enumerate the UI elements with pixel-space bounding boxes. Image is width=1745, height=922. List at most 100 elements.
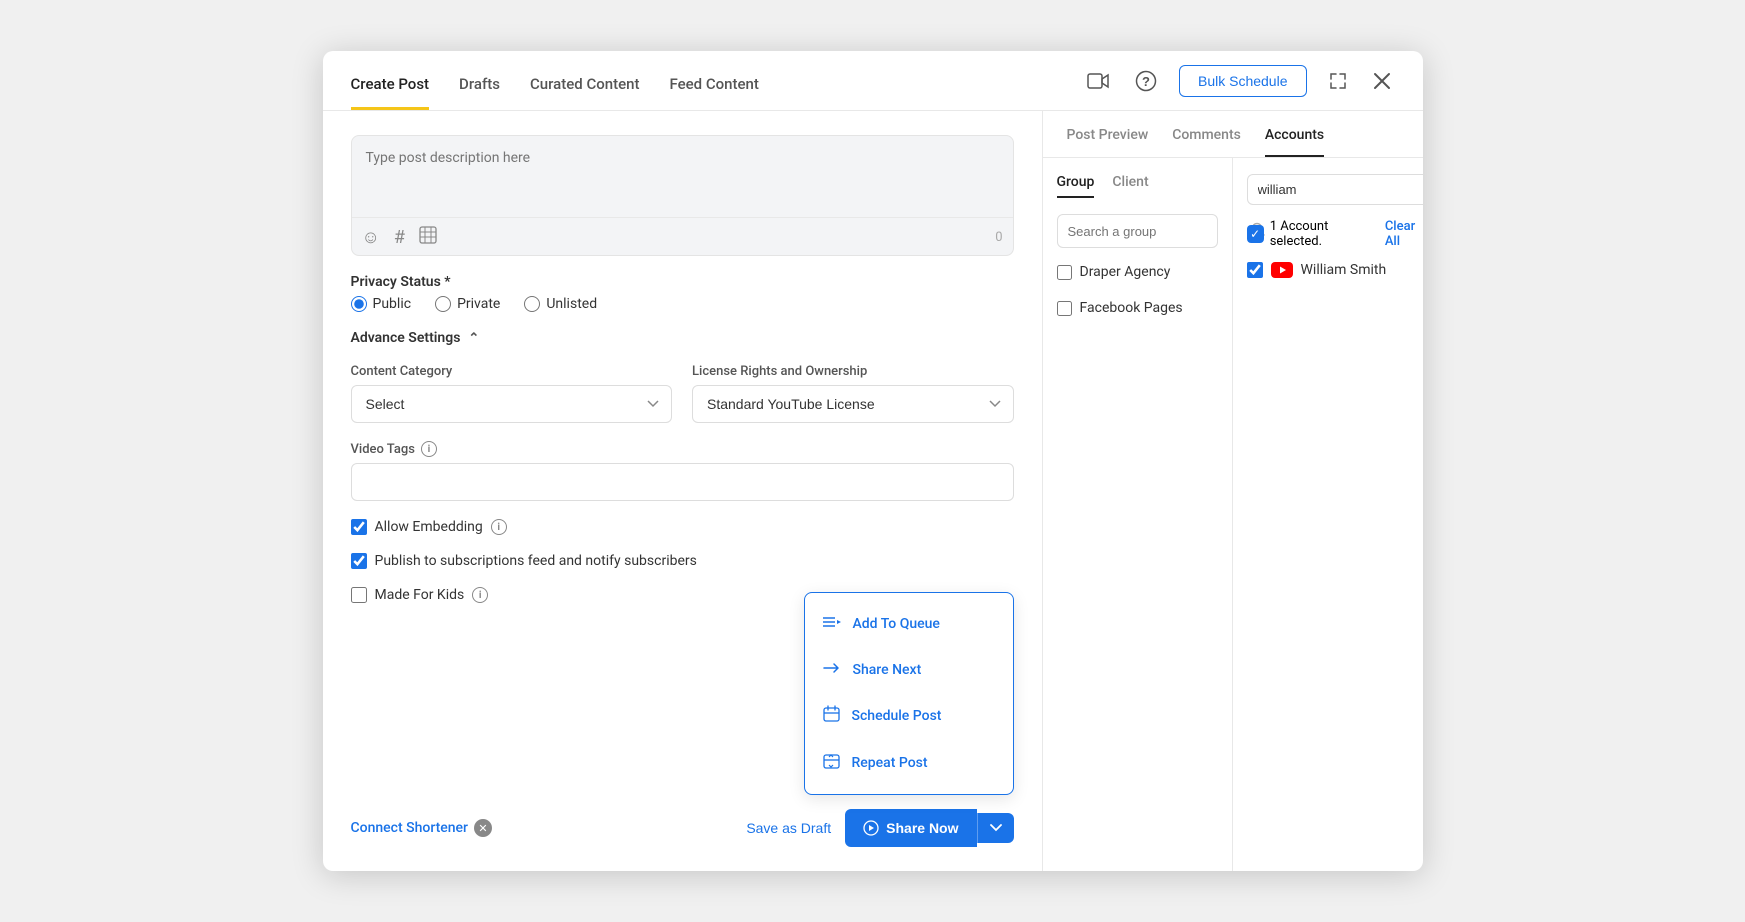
clear-all-link[interactable]: Clear All <box>1385 219 1423 249</box>
video-tags-section: Video Tags i <box>351 441 1014 501</box>
action-buttons: Save as Draft <box>746 809 1013 847</box>
emoji-icon[interactable]: ☺ <box>362 227 380 248</box>
video-tags-input[interactable] <box>351 463 1014 501</box>
video-tags-label: Video Tags i <box>351 441 1014 457</box>
group-draper-agency-label: Draper Agency <box>1080 264 1171 280</box>
right-tabs: Post Preview Comments Accounts <box>1043 111 1423 158</box>
remove-shortener-icon[interactable]: ✕ <box>474 819 492 837</box>
svg-text:?: ? <box>1142 74 1150 89</box>
share-chevron-button[interactable] <box>977 813 1014 843</box>
add-to-queue-icon <box>823 614 841 634</box>
content-category-group: Content Category Select <box>351 364 673 423</box>
tab-create-post[interactable]: Create Post <box>351 75 430 110</box>
unlisted-label: Unlisted <box>546 296 597 312</box>
tab-curated-content[interactable]: Curated Content <box>530 75 640 110</box>
connect-shortener-link[interactable]: Connect Shortener ✕ <box>351 819 493 837</box>
made-for-kids-label: Made For Kids <box>375 587 465 603</box>
license-rights-label: License Rights and Ownership <box>692 364 1014 379</box>
allow-embedding-checkbox[interactable]: Allow Embedding i <box>351 519 1014 535</box>
video-tags-info-icon: i <box>421 441 437 457</box>
advance-settings-toggle[interactable]: Advance Settings ⌃ <box>351 330 1014 346</box>
publish-feed-label: Publish to subscriptions feed and notify… <box>375 553 697 569</box>
account-william-smith[interactable]: William Smith <box>1247 259 1423 281</box>
privacy-unlisted-option[interactable]: Unlisted <box>524 296 597 312</box>
repeat-post-icon <box>823 752 840 773</box>
nav-tabs: Create Post Drafts Curated Content Feed … <box>351 51 759 110</box>
allow-embedding-info-icon: i <box>491 519 507 535</box>
schedule-post-icon <box>823 705 840 726</box>
selected-count-text: 1 Account selected. <box>1270 219 1379 249</box>
tab-post-preview[interactable]: Post Preview <box>1067 127 1149 157</box>
group-facebook-pages-label: Facebook Pages <box>1080 300 1183 316</box>
selected-count-row: ✓ 1 Account selected. Clear All 1 <box>1247 219 1423 249</box>
tab-accounts[interactable]: Accounts <box>1265 127 1324 157</box>
group-facebook-pages[interactable]: Facebook Pages <box>1057 296 1218 320</box>
group-draper-agency[interactable]: Draper Agency <box>1057 260 1218 284</box>
content-category-label: Content Category <box>351 364 673 379</box>
share-next-icon <box>823 660 841 679</box>
accounts-search-input[interactable] <box>1258 182 1423 197</box>
privacy-radio-group: Public Private Unlisted <box>351 296 1014 312</box>
group-search-container <box>1057 214 1218 248</box>
repeat-post-item[interactable]: Repeat Post <box>805 739 1013 786</box>
tab-comments[interactable]: Comments <box>1172 127 1241 157</box>
post-description-textarea[interactable] <box>352 136 1013 231</box>
create-post-modal: Create Post Drafts Curated Content Feed … <box>323 51 1423 871</box>
license-rights-select[interactable]: Standard YouTube License <box>692 385 1014 423</box>
modal-header: Create Post Drafts Curated Content Feed … <box>323 51 1423 111</box>
hashtag-icon[interactable]: # <box>394 227 405 248</box>
group-section: Group Client Dra <box>1043 158 1233 871</box>
share-next-label: Share Next <box>853 662 922 678</box>
account-william-smith-label: William Smith <box>1301 262 1387 278</box>
add-to-queue-label: Add To Queue <box>853 616 940 632</box>
help-icon-button[interactable]: ? <box>1131 66 1161 96</box>
privacy-private-option[interactable]: Private <box>435 296 500 312</box>
allow-embedding-label: Allow Embedding <box>375 519 483 535</box>
group-search-input[interactable] <box>1068 224 1244 239</box>
client-tab[interactable]: Client <box>1112 174 1148 198</box>
bulk-schedule-button[interactable]: Bulk Schedule <box>1179 65 1307 97</box>
modal-body: ☺ # 0 Privacy Stat <box>323 111 1423 871</box>
group-client-tabs: Group Client <box>1057 174 1218 198</box>
accounts-search-container <box>1247 174 1423 205</box>
privacy-status-label: Privacy Status * <box>351 274 1014 290</box>
selected-check-icon: ✓ <box>1247 225 1264 243</box>
private-label: Private <box>457 296 500 312</box>
connect-shortener-label: Connect Shortener <box>351 820 469 836</box>
tab-feed-content[interactable]: Feed Content <box>669 75 758 110</box>
schedule-post-item[interactable]: Schedule Post <box>805 692 1013 739</box>
repeat-post-label: Repeat Post <box>852 755 928 771</box>
advance-settings-label: Advance Settings <box>351 330 461 346</box>
public-label: Public <box>373 296 412 312</box>
add-to-queue-item[interactable]: Add To Queue <box>805 601 1013 647</box>
privacy-public-option[interactable]: Public <box>351 296 412 312</box>
table-icon[interactable] <box>419 226 437 249</box>
post-description-wrapper: ☺ # 0 <box>351 135 1014 256</box>
left-panel: ☺ # 0 Privacy Stat <box>323 111 1043 871</box>
share-now-label: Share Now <box>886 820 958 836</box>
left-footer: Connect Shortener ✕ Save as Draft <box>351 795 1014 847</box>
header-actions: ? Bulk Schedule <box>1083 65 1395 97</box>
dropdowns-row: Content Category Select License Rights a… <box>351 364 1014 423</box>
char-count: 0 <box>995 230 1002 245</box>
close-icon-button[interactable] <box>1369 68 1395 94</box>
share-actions: Add To Queue Share Next <box>845 809 1013 847</box>
chevron-up-icon: ⌃ <box>468 331 479 346</box>
accounts-panel: Group Client Dra <box>1043 158 1423 871</box>
content-category-select[interactable]: Select <box>351 385 673 423</box>
accounts-list-header: ✕ <box>1247 174 1423 205</box>
group-tab[interactable]: Group <box>1057 174 1095 198</box>
save-draft-button[interactable]: Save as Draft <box>746 820 831 836</box>
made-for-kids-info-icon: i <box>472 587 488 603</box>
privacy-status-section: Privacy Status * Public Private Unlisted <box>351 274 1014 312</box>
share-next-item[interactable]: Share Next <box>805 647 1013 692</box>
schedule-post-label: Schedule Post <box>852 708 942 724</box>
right-panel: Post Preview Comments Accounts Group Cli… <box>1043 111 1423 871</box>
share-dropdown-menu: Add To Queue Share Next <box>804 592 1014 795</box>
share-now-button[interactable]: Share Now <box>845 809 976 847</box>
publish-feed-checkbox[interactable]: Publish to subscriptions feed and notify… <box>351 553 1014 569</box>
accounts-list-section: ✕ ✓ 1 Account selected. Clear All 1 <box>1233 158 1423 871</box>
video-icon-button[interactable] <box>1083 69 1113 93</box>
expand-icon-button[interactable] <box>1325 68 1351 94</box>
tab-drafts[interactable]: Drafts <box>459 75 500 110</box>
